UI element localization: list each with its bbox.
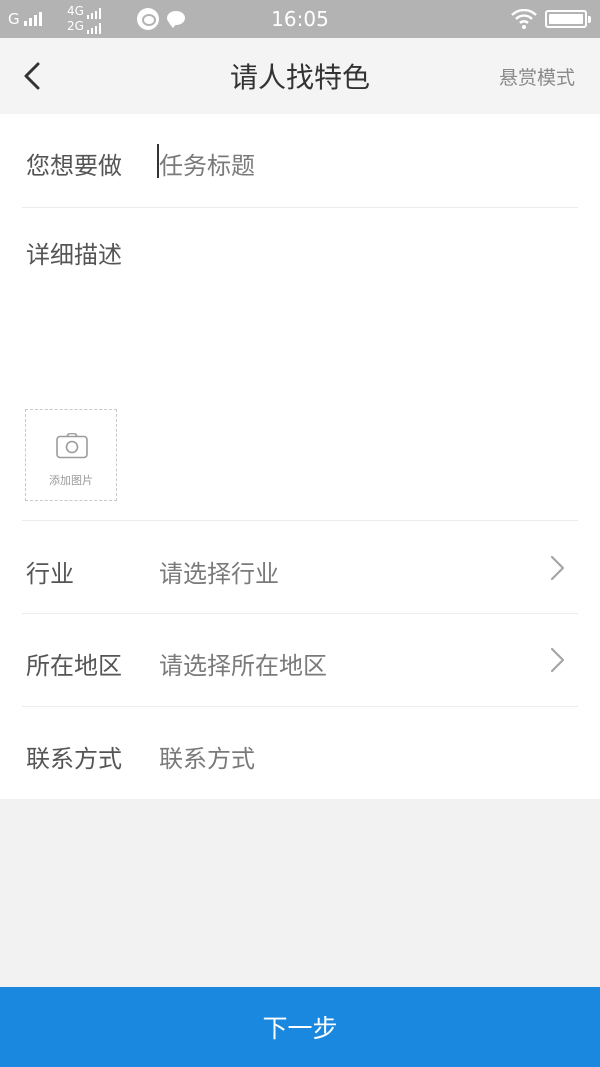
task-title-row[interactable]: 您想要做 任务标题 [0,114,600,207]
contact-label: 联系方式 [26,745,122,773]
battery-icon [545,10,591,28]
region-row[interactable]: 所在地区 请选择所在地区 [0,614,600,706]
chevron-right-icon [546,553,568,583]
contact-row[interactable]: 联系方式 联系方式 [0,707,600,799]
detail-label: 详细描述 [26,241,122,269]
industry-label: 行业 [26,560,74,588]
region-select[interactable]: 请选择所在地区 [159,646,327,681]
task-form: 您想要做 任务标题 详细描述 添加图片 行业 请选择行业 所在地区 请选择所在地… [0,114,600,799]
status-bar: G 4G 2G 16:05 [0,0,600,38]
next-step-button[interactable]: 下一步 [0,987,600,1067]
contact-input[interactable]: 联系方式 [159,739,255,774]
status-time: 16:05 [271,7,329,31]
task-title-label: 您想要做 [26,152,122,180]
add-photo-label: 添加图片 [49,474,93,487]
back-arrow-icon [14,56,54,96]
industry-select[interactable]: 请选择行业 [159,554,279,589]
wifi-icon [511,9,537,29]
chevron-right-icon [546,645,568,675]
camera-icon [56,432,88,459]
region-label: 所在地区 [26,652,122,680]
task-title-input[interactable]: 任务标题 [159,146,255,181]
nav-bar: 请人找特色 悬赏模式 [0,38,600,114]
add-photo-button[interactable]: 添加图片 [25,409,117,501]
industry-row[interactable]: 行业 请选择行业 [0,521,600,613]
back-button[interactable] [14,56,54,96]
screen: G 4G 2G 16:05 请人找特色 悬赏模式 您想要做 任务标题 详细描述 … [0,0,600,1067]
reward-mode-button[interactable]: 悬赏模式 [499,38,575,114]
